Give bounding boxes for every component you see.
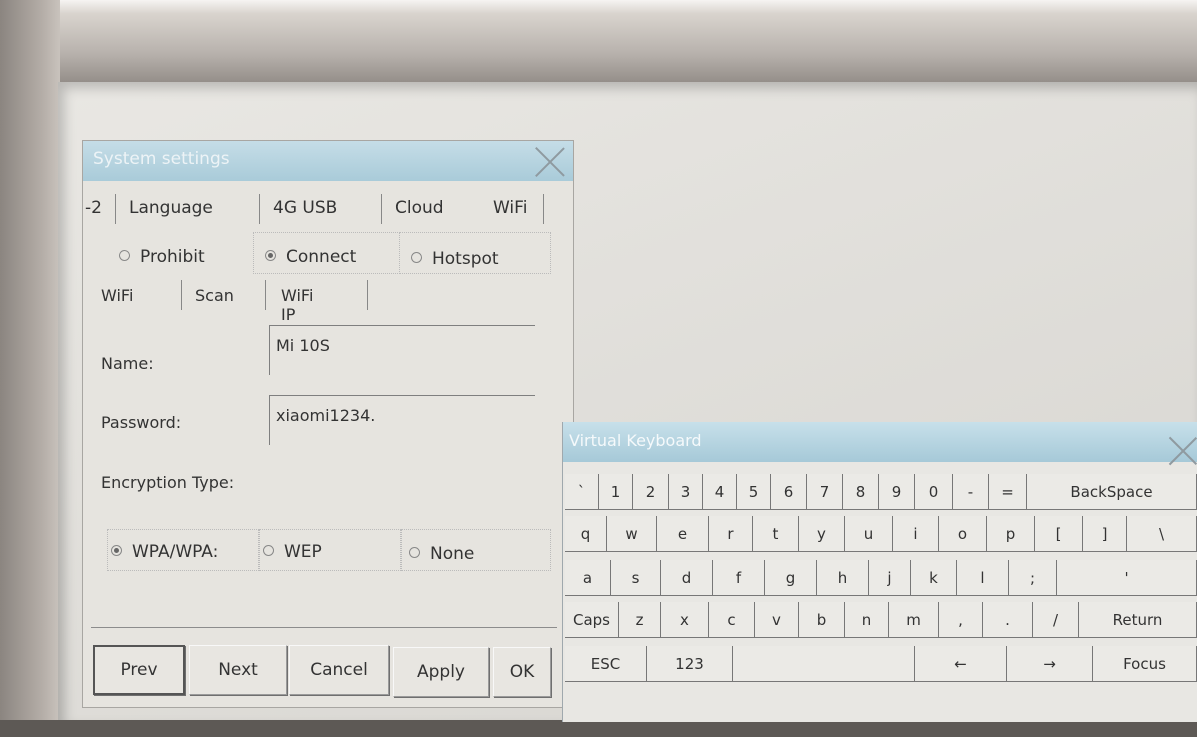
- radio-wep-indicator: [263, 545, 274, 556]
- apply-button[interactable]: Apply: [393, 647, 489, 697]
- key-4[interactable]: 4: [703, 474, 737, 510]
- key-h[interactable]: h: [817, 560, 869, 596]
- key-left-arrow[interactable]: ←: [915, 646, 1007, 682]
- key-backslash[interactable]: \: [1127, 516, 1197, 552]
- password-field[interactable]: xiaomi1234.: [269, 395, 535, 445]
- radio-hotspot-indicator: [411, 252, 422, 263]
- key-6[interactable]: 6: [771, 474, 807, 510]
- button-area-divider: [91, 627, 557, 628]
- key-e[interactable]: e: [657, 516, 709, 552]
- key-s[interactable]: s: [611, 560, 661, 596]
- cancel-button[interactable]: Cancel: [289, 645, 389, 695]
- radio-prohibit[interactable]: Prohibit: [119, 247, 205, 267]
- ok-button[interactable]: OK: [493, 647, 551, 697]
- key-right-bracket[interactable]: ]: [1083, 516, 1127, 552]
- key-m[interactable]: m: [889, 602, 939, 638]
- radio-wpa[interactable]: WPA/WPA:: [111, 542, 218, 562]
- key-equals[interactable]: =: [989, 474, 1027, 510]
- password-label: Password:: [101, 413, 182, 432]
- keyboard-close-icon[interactable]: [1168, 436, 1197, 466]
- key-2[interactable]: 2: [633, 474, 669, 510]
- subtab-scan[interactable]: Scan: [195, 286, 234, 305]
- key-u[interactable]: u: [845, 516, 893, 552]
- system-settings-dialog: System settings -2 Language 4G USB Cloud…: [82, 140, 574, 708]
- device-bezel-left: [0, 0, 60, 737]
- key-semicolon[interactable]: ;: [1009, 560, 1057, 596]
- key-w[interactable]: w: [607, 516, 657, 552]
- radio-none[interactable]: None: [409, 544, 474, 564]
- key-o[interactable]: o: [939, 516, 987, 552]
- tab-4g-usb[interactable]: 4G USB: [273, 198, 337, 218]
- tab-2[interactable]: -2: [85, 198, 102, 218]
- key-space[interactable]: [733, 646, 915, 682]
- tab-cloud[interactable]: Cloud: [395, 198, 444, 218]
- device-bezel-bottom: [0, 720, 1197, 737]
- encryption-type-label: Encryption Type:: [101, 473, 235, 492]
- key-period[interactable]: .: [983, 602, 1033, 638]
- key-backtick[interactable]: `: [565, 474, 599, 510]
- key-slash[interactable]: /: [1033, 602, 1079, 638]
- close-icon[interactable]: [533, 145, 567, 179]
- key-y[interactable]: y: [799, 516, 845, 552]
- key-comma[interactable]: ,: [939, 602, 983, 638]
- key-123[interactable]: 123: [647, 646, 733, 682]
- name-label: Name:: [101, 354, 154, 373]
- tab-language[interactable]: Language: [129, 198, 213, 218]
- key-z[interactable]: z: [619, 602, 661, 638]
- key-8[interactable]: 8: [843, 474, 879, 510]
- key-a[interactable]: a: [565, 560, 611, 596]
- key-r[interactable]: r: [709, 516, 753, 552]
- radio-prohibit-indicator: [119, 250, 130, 261]
- keyboard-titlebar: Virtual Keyboard: [563, 422, 1197, 462]
- radio-connect-indicator: [265, 250, 276, 261]
- radio-none-indicator: [409, 547, 420, 558]
- radio-hotspot[interactable]: Hotspot: [411, 249, 499, 269]
- key-7[interactable]: 7: [807, 474, 843, 510]
- key-3[interactable]: 3: [669, 474, 703, 510]
- key-i[interactable]: i: [893, 516, 939, 552]
- key-f[interactable]: f: [713, 560, 765, 596]
- key-x[interactable]: x: [661, 602, 709, 638]
- key-5[interactable]: 5: [737, 474, 771, 510]
- dialog-titlebar: System settings: [83, 141, 573, 181]
- key-caps[interactable]: Caps: [565, 602, 619, 638]
- tab-wifi[interactable]: WiFi: [493, 198, 527, 218]
- key-focus[interactable]: Focus: [1093, 646, 1197, 682]
- key-minus[interactable]: -: [953, 474, 989, 510]
- key-right-arrow[interactable]: →: [1007, 646, 1093, 682]
- key-d[interactable]: d: [661, 560, 713, 596]
- key-c[interactable]: c: [709, 602, 755, 638]
- key-left-bracket[interactable]: [: [1035, 516, 1083, 552]
- subtab-wifi-ip[interactable]: WiFi IP: [281, 286, 313, 324]
- key-1[interactable]: 1: [599, 474, 633, 510]
- key-n[interactable]: n: [845, 602, 889, 638]
- virtual-keyboard: Virtual Keyboard ` 1 2 3 4 5 6 7 8 9 0- = BackSpace q…: [562, 422, 1197, 722]
- key-j[interactable]: j: [869, 560, 911, 596]
- key-l[interactable]: l: [957, 560, 1009, 596]
- radio-wep[interactable]: WEP: [263, 542, 322, 562]
- key-b[interactable]: b: [799, 602, 845, 638]
- keyboard-title: Virtual Keyboard: [569, 431, 702, 450]
- dialog-title: System settings: [93, 149, 230, 169]
- key-v[interactable]: v: [755, 602, 799, 638]
- prev-button[interactable]: Prev: [93, 645, 185, 695]
- key-9[interactable]: 9: [879, 474, 915, 510]
- key-q[interactable]: q: [565, 516, 607, 552]
- key-g[interactable]: g: [765, 560, 817, 596]
- key-quote[interactable]: ': [1057, 560, 1197, 596]
- subtab-wifi[interactable]: WiFi: [101, 286, 133, 305]
- next-button[interactable]: Next: [189, 645, 287, 695]
- key-t[interactable]: t: [753, 516, 799, 552]
- key-k[interactable]: k: [911, 560, 957, 596]
- key-0[interactable]: 0: [915, 474, 953, 510]
- key-p[interactable]: p: [987, 516, 1035, 552]
- device-bezel-top: [0, 0, 1197, 90]
- key-backspace[interactable]: BackSpace: [1027, 474, 1197, 510]
- key-return[interactable]: Return: [1079, 602, 1197, 638]
- name-field[interactable]: Mi 10S: [269, 325, 535, 375]
- radio-wpa-indicator: [111, 545, 122, 556]
- radio-connect[interactable]: Connect: [265, 247, 356, 267]
- key-esc[interactable]: ESC: [565, 646, 647, 682]
